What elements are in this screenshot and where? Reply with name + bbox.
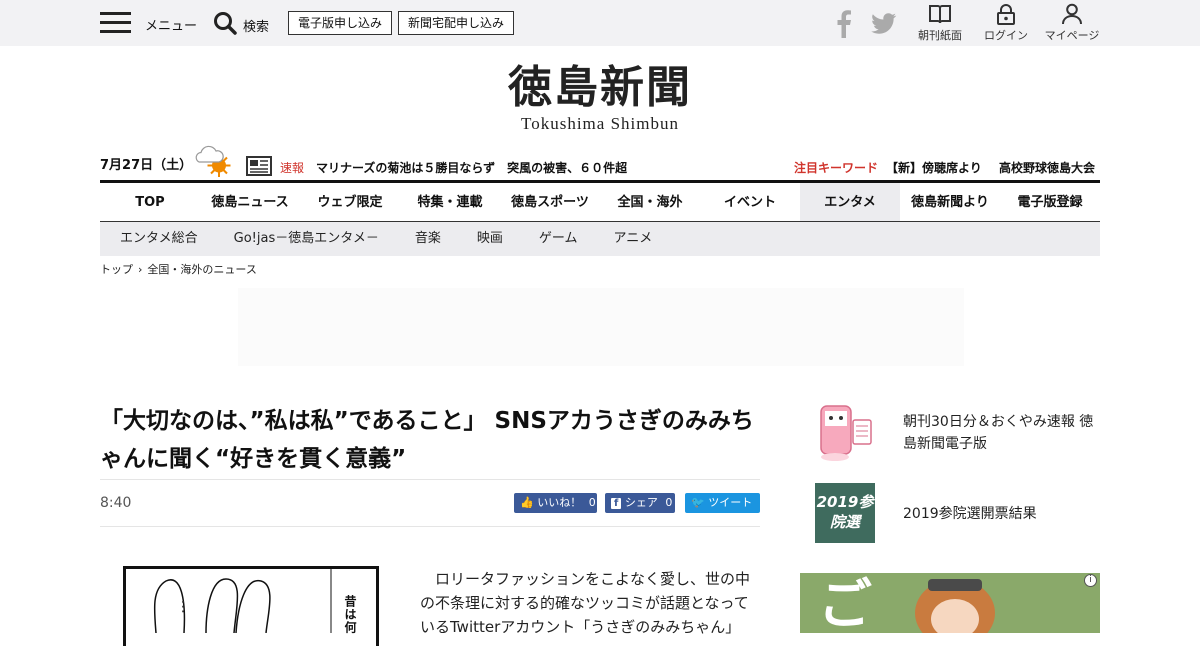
article-body: ロリータファッションをこよなく愛し、世の中の不条理に対する的確なツッコミが話題と… — [420, 570, 751, 636]
newspaper-icon — [246, 156, 272, 176]
nav-sports[interactable]: 徳島スポーツ — [500, 183, 600, 221]
election-thumbnail: 2019参院選 — [815, 483, 875, 543]
book-icon — [929, 5, 951, 24]
current-date: 7月27日（土） — [100, 158, 193, 173]
breadcrumb-current[interactable]: 全国・海外のニュース — [147, 263, 256, 276]
ad-info-icon[interactable]: i — [1084, 574, 1097, 587]
logo-kanji: 徳島新聞 — [508, 62, 692, 113]
sub-nav: エンタメ総合 Go!jas－徳島エンタメ－ 音楽 映画 ゲーム アニメ — [100, 222, 1100, 256]
facebook-like-button[interactable]: 👍 いいね！ 0 — [514, 493, 597, 513]
info-bar: 7月27日（土） 速報 マリナーズの菊池は５勝目ならず 突風の被害、６０件超 注… — [100, 145, 1100, 180]
sidebar-item-label: 朝刊30日分＆おくやみ速報 徳島新聞電子版 — [903, 414, 1094, 452]
logo-roman: Tokushima Shimbun — [521, 114, 679, 133]
ad-banner[interactable] — [238, 288, 964, 366]
nav-national-world[interactable]: 全国・海外 — [600, 183, 700, 221]
site-logo[interactable]: 徳島新聞 Tokushima Shimbun — [500, 62, 700, 134]
divider — [100, 479, 760, 480]
facebook-icon[interactable] — [833, 10, 855, 38]
twitter-icon[interactable] — [871, 12, 897, 36]
subnav-movies[interactable]: 映画 — [477, 222, 503, 256]
mypage-link[interactable]: マイページ — [1042, 3, 1102, 43]
morning-paper-link[interactable]: 朝刊紙面 — [910, 3, 970, 43]
article-time: 8:40 — [100, 495, 132, 511]
manga-image[interactable]: ⋮ 昔は何 — [123, 566, 379, 646]
nav-from-paper[interactable]: 徳島新聞より — [900, 183, 1000, 221]
tweet-button[interactable]: 🐦 ツイート — [685, 493, 760, 513]
sidebar-ad[interactable]: ご あ i — [800, 573, 1100, 633]
thumbs-up-icon: 👍 — [520, 496, 534, 509]
lock-icon — [997, 4, 1015, 25]
cloudy-sunny-weather-icon[interactable] — [195, 144, 231, 178]
chevron-right-icon: › — [138, 263, 143, 276]
nav-top[interactable]: TOP — [100, 183, 200, 221]
morning-paper-label: 朝刊紙面 — [918, 29, 962, 42]
digital-subscribe-button[interactable]: 電子版申し込み — [288, 11, 392, 35]
divider — [100, 526, 760, 527]
sidebar-item-label: 2019参院選開票結果 — [903, 506, 1037, 522]
subnav-games[interactable]: ゲーム — [539, 222, 578, 256]
search-icon[interactable] — [213, 11, 237, 35]
top-bar: メニュー 検索 電子版申し込み 新聞宅配申し込み 朝刊紙面 ログイン マイページ — [0, 0, 1200, 46]
breaking-news-label: 速報 — [280, 161, 305, 175]
manga-panel-drawing: ⋮ — [153, 569, 332, 634]
breadcrumb-home[interactable]: トップ — [100, 263, 133, 276]
subnav-anime[interactable]: アニメ — [613, 222, 652, 256]
tweet-label: ツイート — [708, 496, 753, 509]
nav-entertainment[interactable]: エンタメ — [800, 183, 900, 221]
mascot-thumbnail-icon — [820, 405, 872, 461]
nav-web-exclusive[interactable]: ウェブ限定 — [300, 183, 400, 221]
twitter-bird-icon: 🐦 — [691, 496, 705, 509]
nav-events[interactable]: イベント — [700, 183, 800, 221]
manga-caption: 昔は何 — [343, 595, 357, 634]
svg-text:⋮: ⋮ — [176, 599, 190, 615]
menu-label[interactable]: メニュー — [145, 15, 197, 34]
share-label: シェア — [624, 496, 658, 509]
breadcrumb: トップ › 全国・海外のニュース — [100, 261, 257, 277]
search-label[interactable]: 検索 — [243, 16, 269, 35]
keyword-label: 注目キーワード — [794, 161, 879, 175]
login-label: ログイン — [984, 29, 1028, 42]
breaking-news-headline[interactable]: マリナーズの菊池は５勝目ならず 突風の被害、６０件超 — [316, 159, 627, 176]
facebook-share-button[interactable]: f シェア 0 — [605, 493, 675, 513]
subnav-gojas[interactable]: Go!jas－徳島エンタメ－ — [234, 222, 379, 256]
delivery-subscribe-button[interactable]: 新聞宅配申し込み — [398, 11, 514, 35]
like-count: 0 — [588, 496, 596, 509]
article-title: 「大切なのは、”私は私”であること」 SNSアカうさぎのみみちゃんに聞く“好きを… — [100, 408, 754, 472]
hamburger-menu-icon[interactable] — [100, 12, 131, 34]
keyword-link-1[interactable]: 【新】傍聴席より — [886, 159, 982, 176]
facebook-icon: f — [611, 498, 622, 509]
main-nav: TOP 徳島ニュース ウェブ限定 特集・連載 徳島スポーツ 全国・海外 イベント… — [100, 180, 1100, 222]
subnav-ent-general[interactable]: エンタメ総合 — [120, 222, 198, 256]
share-count: 0 — [665, 496, 673, 509]
login-link[interactable]: ログイン — [976, 3, 1036, 43]
user-icon — [1062, 3, 1082, 25]
subnav-music[interactable]: 音楽 — [415, 222, 441, 256]
ad-character-illustration — [915, 579, 995, 633]
nav-tokushima-news[interactable]: 徳島ニュース — [200, 183, 300, 221]
nav-features[interactable]: 特集・連載 — [400, 183, 500, 221]
mypage-label: マイページ — [1044, 29, 1100, 42]
nav-digital-register[interactable]: 電子版登録 — [1000, 183, 1100, 221]
keyword-link-2[interactable]: 高校野球徳島大会 — [999, 159, 1095, 176]
like-label: いいね！ — [537, 496, 582, 509]
